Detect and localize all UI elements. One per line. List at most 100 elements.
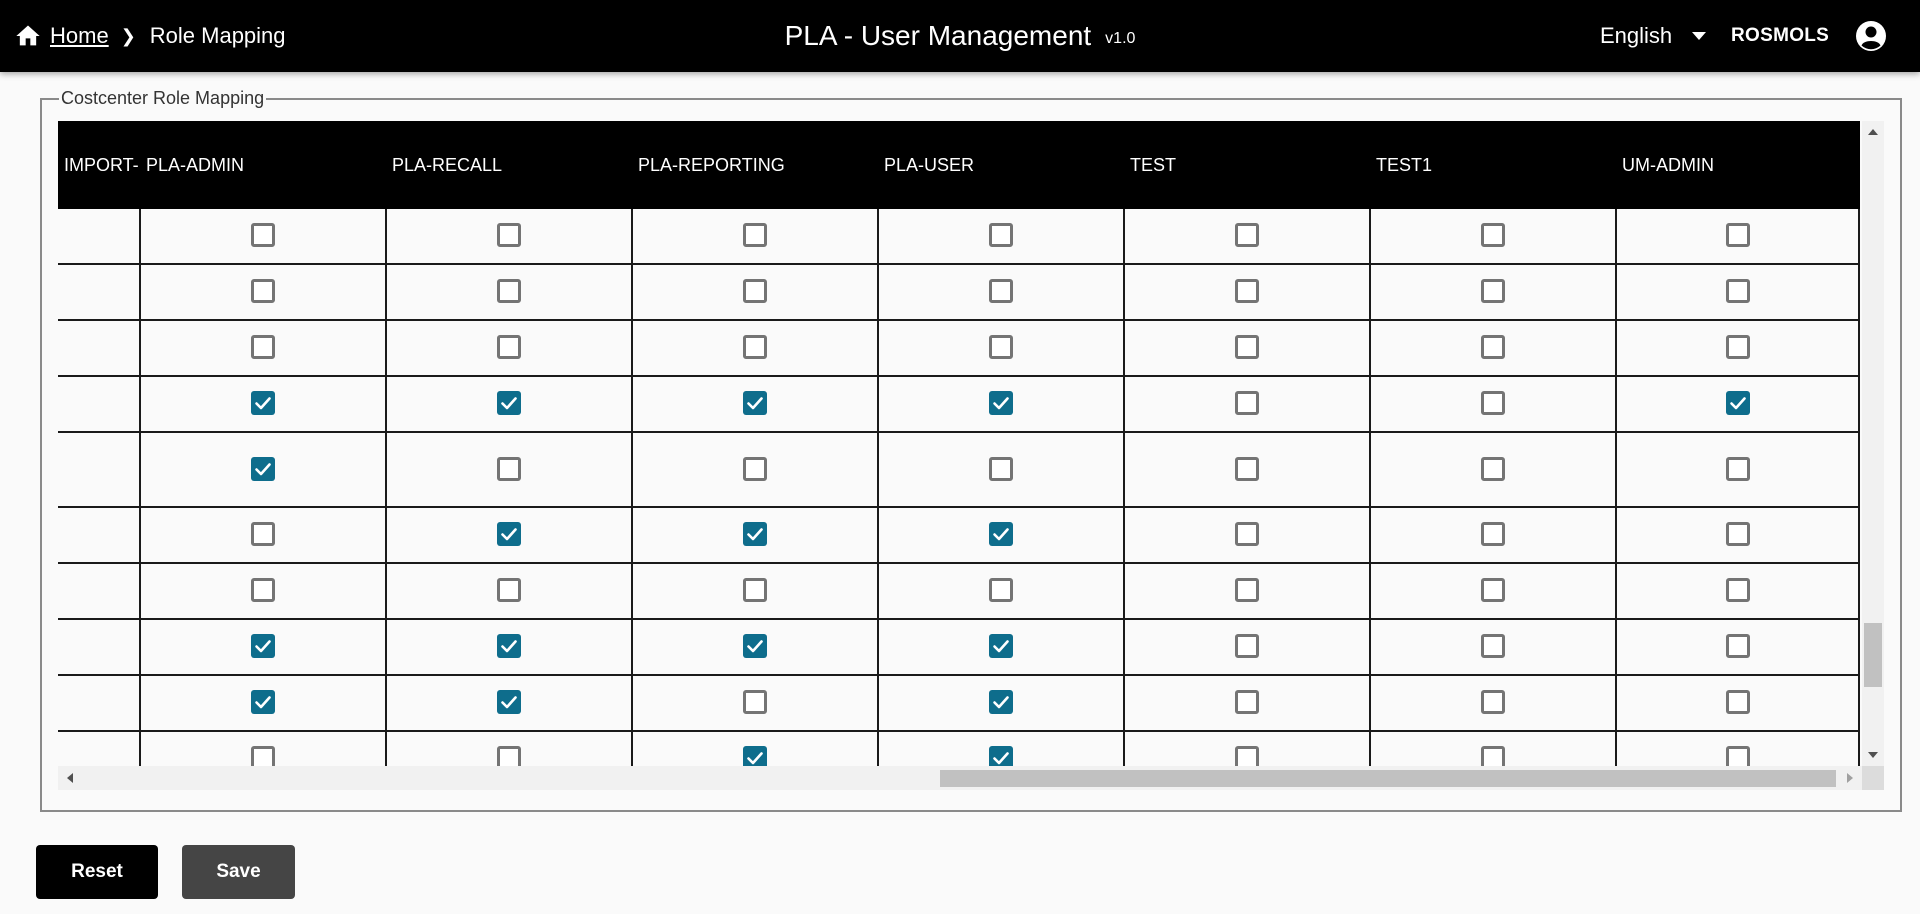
checkbox-pla-reporting[interactable] [743, 578, 767, 602]
checkbox-um-admin[interactable] [1726, 223, 1750, 247]
checkbox-pla-recall[interactable] [497, 391, 521, 415]
horizontal-scrollbar[interactable] [58, 766, 1862, 790]
checkbox-test[interactable] [1235, 391, 1259, 415]
check-icon [993, 640, 1009, 653]
account-circle-icon[interactable] [1855, 20, 1887, 52]
checkbox-test1[interactable] [1481, 335, 1505, 359]
app-title: PLA - User Management [784, 20, 1092, 51]
vertical-scroll-thumb[interactable] [1864, 623, 1882, 687]
section-legend: Costcenter Role Mapping [59, 88, 267, 109]
checkbox-test1[interactable] [1481, 456, 1505, 481]
checkbox-um-admin[interactable] [1726, 578, 1750, 602]
scroll-up-icon[interactable] [1868, 129, 1878, 135]
checkbox-pla-recall[interactable] [497, 746, 521, 766]
home-icon[interactable] [14, 22, 42, 50]
scroll-left-icon[interactable] [67, 773, 73, 783]
checkbox-pla-recall[interactable] [497, 578, 521, 602]
checkbox-test[interactable] [1235, 690, 1259, 714]
checkbox-test1[interactable] [1481, 690, 1505, 714]
checkbox-pla-reporting[interactable] [743, 335, 767, 359]
checkbox-pla-reporting[interactable] [743, 456, 767, 481]
checkbox-test[interactable] [1235, 634, 1259, 658]
checkbox-test[interactable] [1235, 335, 1259, 359]
checkbox-pla-user[interactable] [989, 391, 1013, 415]
checkbox-test1[interactable] [1481, 279, 1505, 303]
checkbox-pla-reporting[interactable] [743, 522, 767, 546]
checkbox-test1[interactable] [1481, 578, 1505, 602]
breadcrumb-home-link[interactable]: Home [50, 23, 109, 49]
checkbox-pla-recall[interactable] [497, 690, 521, 714]
caret-down-icon [1692, 32, 1707, 40]
table-row [58, 265, 1860, 321]
scroll-down-icon[interactable] [1868, 752, 1878, 758]
checkbox-pla-user[interactable] [989, 335, 1013, 359]
check-icon [993, 528, 1009, 541]
checkbox-pla-user[interactable] [989, 223, 1013, 247]
checkbox-test[interactable] [1235, 279, 1259, 303]
column-divider [1369, 209, 1371, 766]
checkbox-um-admin[interactable] [1726, 690, 1750, 714]
checkbox-um-admin[interactable] [1726, 522, 1750, 546]
checkbox-test[interactable] [1235, 746, 1259, 766]
checkbox-pla-user[interactable] [989, 522, 1013, 546]
scroll-right-icon[interactable] [1847, 773, 1853, 783]
checkbox-pla-recall[interactable] [497, 335, 521, 359]
checkbox-pla-admin[interactable] [251, 223, 275, 247]
checkbox-test1[interactable] [1481, 391, 1505, 415]
checkbox-pla-reporting[interactable] [743, 746, 767, 766]
horizontal-scroll-thumb[interactable] [940, 770, 1836, 787]
checkbox-pla-recall[interactable] [497, 279, 521, 303]
checkbox-pla-user[interactable] [989, 456, 1013, 481]
checkbox-pla-admin[interactable] [251, 522, 275, 546]
checkbox-um-admin[interactable] [1726, 746, 1750, 766]
checkbox-pla-admin[interactable] [251, 578, 275, 602]
check-icon [255, 640, 271, 653]
checkbox-pla-admin[interactable] [251, 335, 275, 359]
checkbox-pla-admin[interactable] [251, 456, 275, 481]
language-select[interactable]: English [1600, 0, 1707, 72]
checkbox-pla-reporting[interactable] [743, 391, 767, 415]
checkbox-pla-recall[interactable] [497, 634, 521, 658]
checkbox-pla-recall[interactable] [497, 223, 521, 247]
checkbox-pla-user[interactable] [989, 279, 1013, 303]
checkbox-um-admin[interactable] [1726, 456, 1750, 481]
checkbox-pla-reporting[interactable] [743, 690, 767, 714]
check-icon [501, 696, 517, 709]
checkbox-um-admin[interactable] [1726, 634, 1750, 658]
save-button[interactable]: Save [182, 845, 295, 899]
checkbox-pla-admin[interactable] [251, 634, 275, 658]
checkbox-pla-admin[interactable] [251, 746, 275, 766]
reset-button[interactable]: Reset [36, 845, 158, 899]
checkbox-um-admin[interactable] [1726, 391, 1750, 415]
column-header-2: PLA-RECALL [392, 154, 503, 175]
table-row [58, 321, 1860, 377]
vertical-scrollbar[interactable] [1862, 121, 1884, 766]
checkbox-test[interactable] [1235, 578, 1259, 602]
checkbox-pla-user[interactable] [989, 634, 1013, 658]
checkbox-pla-reporting[interactable] [743, 279, 767, 303]
checkbox-pla-admin[interactable] [251, 279, 275, 303]
table-row [58, 209, 1860, 265]
checkbox-pla-recall[interactable] [497, 456, 521, 481]
table-row [58, 676, 1860, 732]
checkbox-um-admin[interactable] [1726, 335, 1750, 359]
checkbox-test[interactable] [1235, 223, 1259, 247]
checkbox-pla-user[interactable] [989, 578, 1013, 602]
language-label: English [1600, 23, 1673, 48]
checkbox-pla-admin[interactable] [251, 690, 275, 714]
checkbox-test1[interactable] [1481, 634, 1505, 658]
checkbox-um-admin[interactable] [1726, 279, 1750, 303]
column-header-5: TEST [1130, 154, 1177, 175]
checkbox-pla-recall[interactable] [497, 522, 521, 546]
checkbox-pla-user[interactable] [989, 690, 1013, 714]
checkbox-pla-user[interactable] [989, 746, 1013, 766]
checkbox-test[interactable] [1235, 522, 1259, 546]
check-icon [747, 397, 763, 410]
checkbox-pla-reporting[interactable] [743, 223, 767, 247]
checkbox-test1[interactable] [1481, 522, 1505, 546]
checkbox-pla-reporting[interactable] [743, 634, 767, 658]
checkbox-test[interactable] [1235, 456, 1259, 481]
checkbox-pla-admin[interactable] [251, 391, 275, 415]
checkbox-test1[interactable] [1481, 223, 1505, 247]
checkbox-test1[interactable] [1481, 746, 1505, 766]
